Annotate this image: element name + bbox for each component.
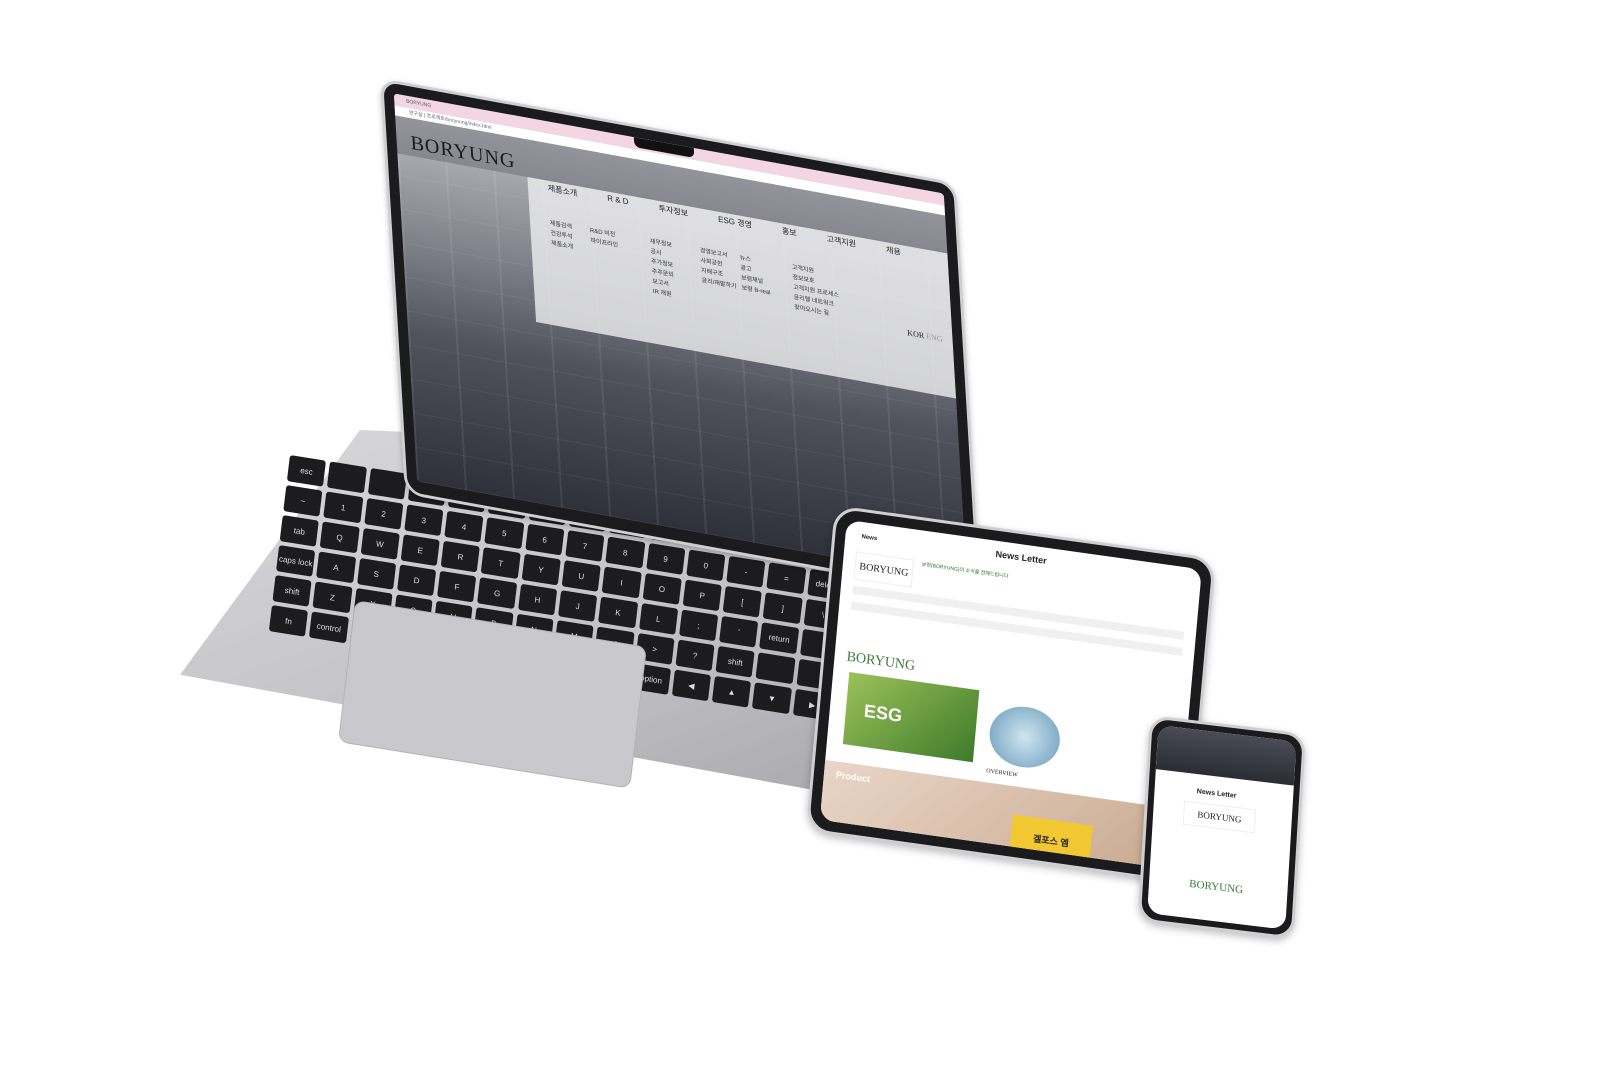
phone-logo: BORYUNG [1182,800,1257,834]
keyboard-key[interactable]: Q [319,521,360,554]
keyboard-key[interactable]: S [356,557,397,590]
keyboard-key[interactable]: 7 [565,530,605,562]
keyboard-key[interactable]: ' [719,615,759,648]
submenu-column: 고객지원 정보보호 고객지원 프로세스 윤리헬 네트워크 찾아오시는 길 [792,263,841,321]
keyboard-key[interactable]: I [601,566,642,599]
keyboard-key[interactable]: E [400,534,440,567]
keyboard-key[interactable]: A [316,551,356,584]
tablet-overview-heading: OVERVIEW [985,768,1019,779]
keyboard-key[interactable]: ▲ [712,675,752,708]
keyboard-key[interactable]: J [558,590,598,622]
keyboard-key[interactable]: 2 [363,497,404,530]
keyboard-key[interactable]: Z [312,581,353,614]
keyboard-key[interactable]: 0 [686,549,726,582]
tablet-esg-card[interactable]: ESG [842,672,980,763]
keyboard-key[interactable]: ◀ [671,669,712,702]
keyboard-key[interactable]: ~ [283,485,323,517]
keyboard-key[interactable] [755,652,796,685]
keyboard-key[interactable]: [ [722,585,763,618]
keyboard-key[interactable]: shift [715,645,756,678]
tablet-headline[interactable]: 보령(BORYUNG)의 소식을 전해드립니다 [922,561,1123,596]
tablet-headline-text: 보령(BORYUNG)의 소식을 전해드립니다 [921,561,1009,580]
keyboard-key[interactable]: U [561,560,602,592]
keyboard-key[interactable]: 8 [605,536,645,569]
keyboard-key[interactable]: esc [286,455,327,487]
keyboard-key[interactable]: T [481,547,521,580]
phone-page-title: News Letter [1196,788,1237,800]
keyboard-key[interactable]: P [682,579,722,612]
keyboard-key[interactable]: 9 [645,543,686,575]
keyboard-key[interactable]: return [759,622,799,655]
keyboard-key[interactable]: O [642,573,682,605]
keyboard-key[interactable] [367,467,407,500]
keyboard-key[interactable]: caps lock [276,545,316,577]
keyboard-key[interactable]: 6 [524,523,565,556]
keyboard-key[interactable]: ; [678,609,719,642]
keyboard-key[interactable]: - [726,555,766,588]
phone-green-logo: BORYUNG [1188,877,1244,897]
tablet-logo: BORYUNG [853,551,915,588]
phone-body-text [1166,829,1276,842]
keyboard-key[interactable]: tab [279,515,320,547]
keyboard-key[interactable]: 4 [444,510,484,543]
keyboard-key[interactable]: D [396,564,437,597]
keyboard-key[interactable]: = [766,562,807,595]
keyboard-key[interactable]: K [598,596,638,629]
keyboard-key[interactable]: shift [272,575,312,607]
tablet-news-label: News [861,534,878,543]
submenu-column: 재무정보 공시 주가정보 주주문의 보고서 IR 재원 [650,237,676,301]
keyboard-key[interactable]: W [360,527,400,560]
keyboard-key[interactable] [327,461,367,494]
phone-hero-image [1155,725,1297,786]
keyboard-key[interactable]: F [437,570,477,603]
keyboard-key[interactable]: L [638,603,679,635]
keyboard-key[interactable]: 1 [323,491,363,524]
tablet-green-logo: BORYUNG [845,649,916,675]
keyboard-key[interactable]: control [309,611,349,644]
keyboard-key[interactable]: R [440,540,481,573]
keyboard-key[interactable]: ? [675,639,715,672]
tablet-page-title: News Letter [995,548,1048,566]
keyboard-key[interactable]: H [517,583,558,616]
keyboard-key[interactable]: ▼ [752,682,792,715]
keyboard-key[interactable]: fn [268,605,309,637]
keyboard-key[interactable]: 5 [484,517,525,550]
tablet-research-image [987,702,1063,773]
phone-screen: News Letter BORYUNG BORYUNG [1147,725,1297,930]
phone-device: News Letter BORYUNG BORYUNG [1137,715,1306,940]
keyboard-key[interactable]: G [477,577,517,610]
keyboard-key[interactable]: Y [521,553,561,586]
esg-label: ESG [863,700,904,726]
submenu-column: 제품검색 건강투석 제품소개 [550,219,574,253]
submenu-column: 경영보고서 사회공헌 지배구조 윤리/재발하기 [700,246,737,292]
keyboard-key[interactable]: ] [763,592,803,625]
keyboard-key[interactable]: 3 [404,504,444,537]
submenu-column: 뉴스 광고 보령채널 보령 B-real [740,253,771,298]
